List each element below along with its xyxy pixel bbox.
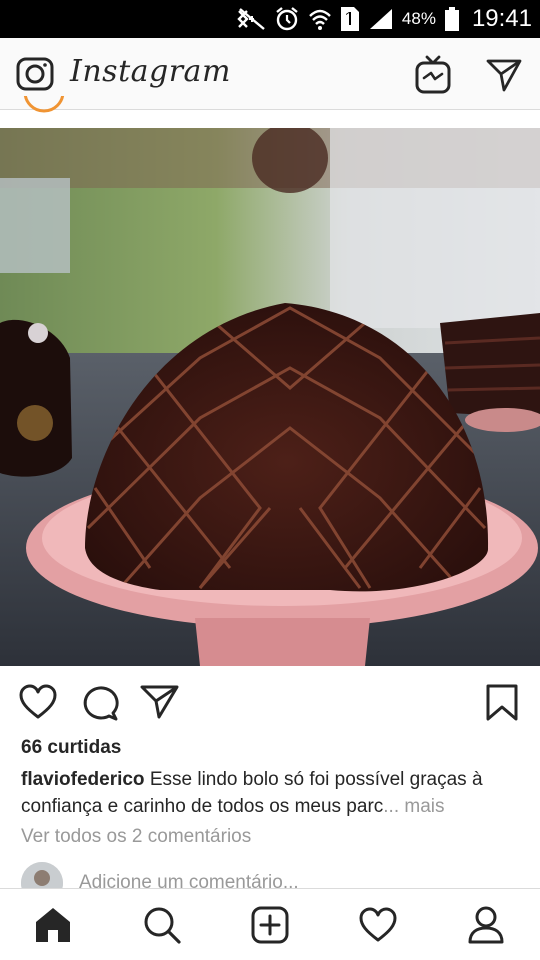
search-icon[interactable] [142,905,182,945]
likes-count[interactable]: 66 curtidas [21,737,121,759]
direct-message-icon[interactable] [486,58,522,92]
profile-icon[interactable] [466,905,506,945]
add-comment-input[interactable]: Adicione um comentário... [79,872,299,888]
home-icon[interactable] [33,905,73,945]
new-post-icon[interactable] [250,905,290,945]
view-all-comments-link[interactable]: Ver todos os 2 comentários [21,826,251,848]
bottom-navigation [0,888,540,960]
caption-ellipsis: ... [383,796,400,817]
status-icons: 48% 19:41 [236,0,532,38]
instagram-logo: Instagram [70,54,231,89]
clock: 19:41 [471,5,532,32]
caption-more-link[interactable]: mais [404,796,444,817]
status-bar: 48% 19:41 [0,0,540,38]
battery-icon [444,7,459,31]
post-image[interactable] [0,128,540,666]
post-author-avatar-ring[interactable] [22,96,66,118]
app-header: Instagram [0,38,540,110]
current-user-avatar [21,862,63,888]
mute-icon [237,8,265,30]
igtv-icon[interactable] [414,55,452,95]
battery-percent: 48% [401,9,436,28]
add-comment-row[interactable]: Adicione um comentário... [21,860,521,888]
post-actions [0,666,540,736]
wifi-icon [309,9,331,30]
camera-icon[interactable] [16,56,54,92]
heart-icon[interactable] [18,683,58,723]
sim-1-icon [340,7,359,31]
post-caption: flaviofederico Esse lindo bolo só foi po… [21,766,521,820]
comment-icon[interactable] [80,683,120,723]
signal-icon [369,9,392,29]
activity-icon[interactable] [358,905,398,945]
alarm-icon [276,7,298,31]
share-icon[interactable] [140,683,180,723]
bookmark-icon[interactable] [482,683,522,723]
caption-username[interactable]: flaviofederico [21,769,145,790]
